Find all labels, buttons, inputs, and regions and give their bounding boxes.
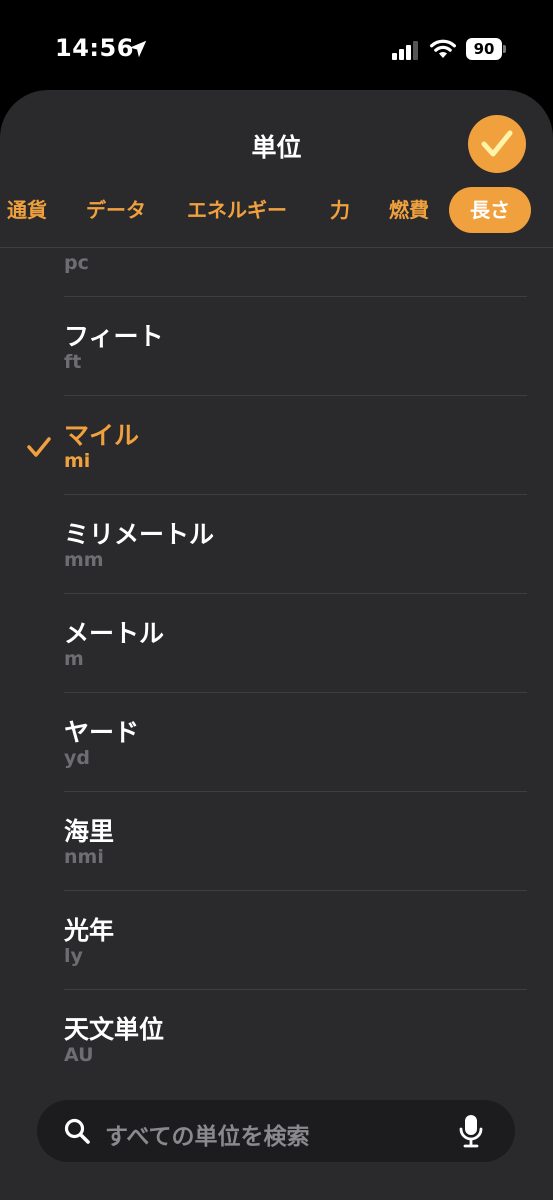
unit-abbr: nmi	[64, 846, 104, 868]
unit-abbr: m	[64, 648, 84, 670]
microphone-icon[interactable]	[458, 1114, 484, 1148]
unit-row-millimeter[interactable]: ミリメートル mm	[0, 495, 553, 594]
unit-name: マイル	[64, 421, 140, 450]
clock: 14:56	[55, 34, 134, 62]
unit-name: 天文単位	[64, 1015, 165, 1044]
unit-row-light-year[interactable]: 光年 ly	[0, 891, 553, 990]
unit-row-nautical-mile[interactable]: 海里 nmi	[0, 792, 553, 891]
unit-abbr: pc	[64, 252, 89, 274]
battery-level: 90	[466, 38, 502, 60]
done-button[interactable]	[468, 115, 526, 173]
unit-name: フィート	[64, 322, 164, 351]
wifi-icon	[430, 39, 456, 58]
tab-length[interactable]: 長さ	[449, 187, 531, 233]
tab-energy[interactable]: エネルギー	[187, 187, 287, 233]
location-arrow-icon	[129, 40, 147, 58]
unit-row-parsec[interactable]: pc	[0, 248, 553, 297]
unit-row-astronomical-unit[interactable]: 天文単位 AU	[0, 990, 553, 1083]
unit-row-yard[interactable]: ヤード yd	[0, 693, 553, 792]
unit-row-meter[interactable]: メートル m	[0, 594, 553, 693]
status-bar: 14:56 90	[0, 0, 553, 90]
unit-name: ミリメートル	[64, 520, 215, 549]
tab-currency[interactable]: 通貨	[7, 187, 47, 233]
unit-name: 光年	[64, 916, 115, 945]
tab-fuel-economy[interactable]: 燃費	[389, 187, 429, 233]
category-tabs: 通貨 データ エネルギー 力 燃費 長さ	[0, 187, 553, 237]
unit-name: 海里	[64, 817, 115, 846]
selected-checkmark-icon	[27, 437, 51, 457]
unit-name: メートル	[64, 619, 165, 648]
unit-abbr: yd	[64, 747, 90, 769]
cellular-signal-icon	[392, 41, 418, 60]
battery-cap	[503, 45, 506, 53]
checkmark-icon	[481, 130, 513, 157]
search-field[interactable]: すべての単位を検索	[37, 1100, 515, 1162]
unit-row-feet[interactable]: フィート ft	[0, 297, 553, 396]
tab-force[interactable]: 力	[330, 187, 350, 233]
unit-row-mile[interactable]: マイル mi	[0, 396, 553, 495]
tab-data[interactable]: データ	[86, 187, 146, 233]
unit-abbr: AU	[64, 1044, 94, 1066]
battery-indicator: 90	[466, 38, 506, 60]
unit-abbr: ly	[64, 945, 83, 967]
unit-abbr: mi	[64, 450, 91, 472]
units-sheet: 単位 通貨 データ エネルギー 力 燃費 長さ pc フィート ft マイル m…	[0, 90, 553, 1200]
search-icon	[64, 1118, 90, 1144]
unit-list[interactable]: pc フィート ft マイル mi ミリメートル mm メートル m ヤード y…	[0, 248, 553, 1083]
unit-abbr: mm	[64, 549, 104, 571]
unit-name: ヤード	[64, 718, 140, 747]
search-placeholder: すべての単位を検索	[105, 1124, 310, 1150]
unit-abbr: ft	[64, 351, 82, 373]
